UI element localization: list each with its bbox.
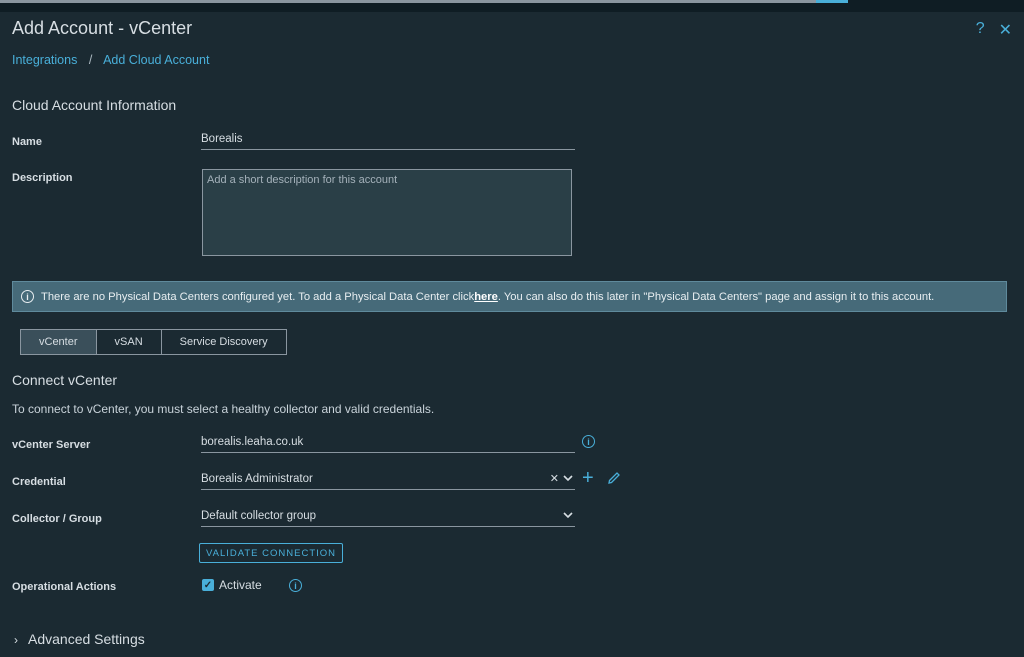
collector-label: Collector / Group bbox=[12, 513, 102, 525]
chevron-down-icon[interactable] bbox=[563, 473, 573, 486]
validate-connection-button[interactable]: VALIDATE CONNECTION bbox=[199, 543, 343, 563]
advanced-settings-label: Advanced Settings bbox=[28, 631, 145, 647]
server-info-icon[interactable]: i bbox=[582, 435, 595, 448]
top-strip bbox=[0, 0, 1024, 12]
name-input[interactable]: Borealis bbox=[201, 130, 575, 150]
add-credential-icon[interactable]: + bbox=[582, 468, 594, 488]
breadcrumb-integrations[interactable]: Integrations bbox=[12, 53, 77, 67]
credential-value: Borealis Administrator bbox=[201, 473, 313, 485]
description-label: Description bbox=[12, 172, 73, 184]
header-icons: ? ✕ bbox=[976, 20, 1012, 40]
tab-vcenter[interactable]: vCenter bbox=[21, 330, 97, 354]
chevron-right-icon: › bbox=[14, 633, 18, 647]
breadcrumb-add-cloud-account[interactable]: Add Cloud Account bbox=[103, 53, 209, 67]
alert-here-link[interactable]: here bbox=[474, 291, 498, 303]
page-title: Add Account - vCenter bbox=[12, 18, 193, 38]
advanced-settings-toggle[interactable]: › Advanced Settings bbox=[14, 631, 145, 647]
edit-credential-icon[interactable] bbox=[606, 470, 622, 489]
vcenter-server-input[interactable]: borealis.leaha.co.uk bbox=[201, 433, 575, 453]
chevron-down-icon[interactable] bbox=[563, 510, 573, 523]
operational-actions-label: Operational Actions bbox=[12, 581, 117, 593]
top-progress-bar bbox=[0, 0, 848, 3]
physical-datacenter-alert: i There are no Physical Data Centers con… bbox=[12, 281, 1007, 312]
help-icon[interactable]: ? bbox=[976, 20, 985, 40]
description-textarea[interactable]: Add a short description for this account bbox=[202, 169, 572, 256]
connect-vcenter-title: Connect vCenter bbox=[12, 372, 118, 388]
tab-vsan[interactable]: vSAN bbox=[97, 330, 162, 354]
collector-value: Default collector group bbox=[201, 510, 317, 522]
cloud-account-section-title: Cloud Account Information bbox=[12, 97, 177, 113]
credential-label: Credential bbox=[12, 476, 66, 488]
alert-text-after: . You can also do this later in "Physica… bbox=[497, 290, 935, 303]
connect-vcenter-description: To connect to vCenter, you must select a… bbox=[12, 402, 435, 416]
name-label: Name bbox=[12, 136, 42, 148]
credential-select[interactable]: Borealis Administrator ✕ bbox=[201, 470, 575, 490]
top-accent bbox=[816, 0, 848, 3]
tab-service-discovery[interactable]: Service Discovery bbox=[162, 330, 286, 354]
collector-select[interactable]: Default collector group bbox=[201, 507, 575, 527]
breadcrumb-separator: / bbox=[88, 53, 93, 67]
operational-info-icon[interactable]: i bbox=[289, 579, 302, 592]
info-icon: i bbox=[21, 290, 34, 303]
alert-text-before: There are no Physical Data Centers confi… bbox=[41, 290, 475, 303]
clear-icon[interactable]: ✕ bbox=[550, 472, 559, 485]
account-tabs: vCenter vSAN Service Discovery bbox=[20, 329, 287, 355]
activate-checkbox[interactable]: ✓ bbox=[202, 579, 214, 591]
vcenter-server-label: vCenter Server bbox=[12, 439, 91, 451]
activate-label: Activate bbox=[219, 578, 262, 592]
close-icon[interactable]: ✕ bbox=[999, 20, 1012, 40]
breadcrumb: Integrations / Add Cloud Account bbox=[12, 53, 209, 67]
